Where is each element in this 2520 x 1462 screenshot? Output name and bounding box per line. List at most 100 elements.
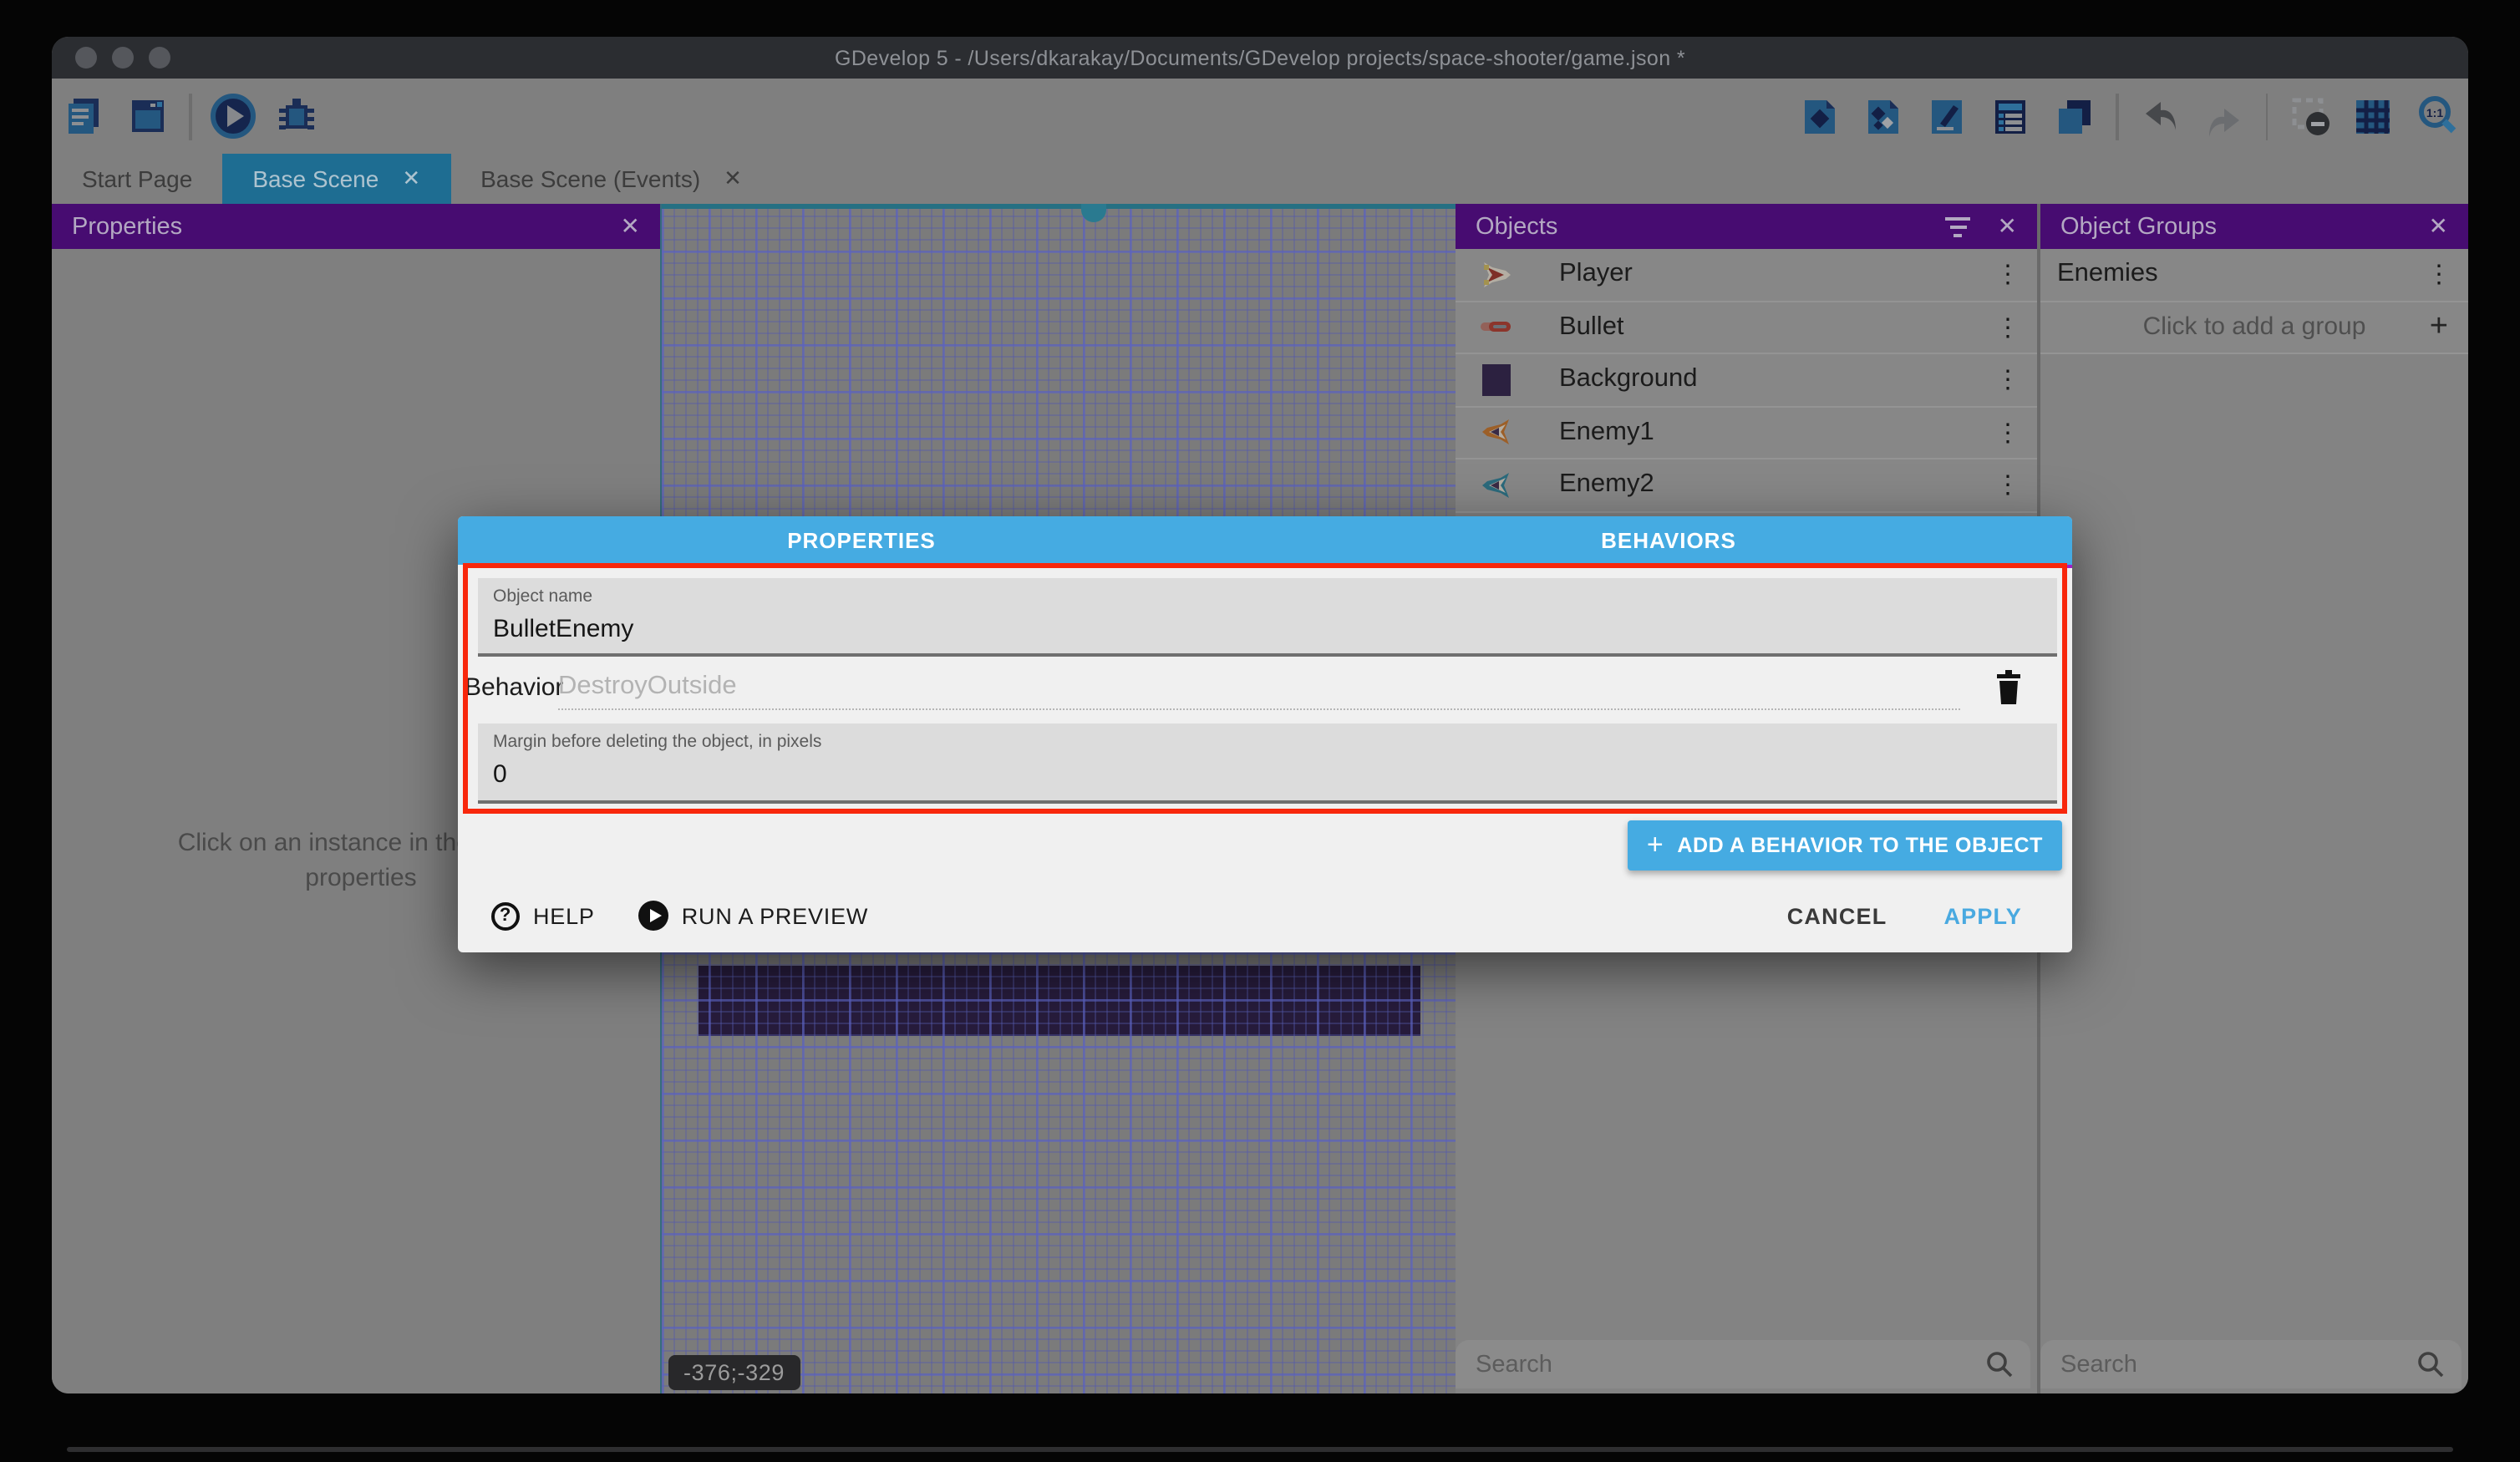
- object-name: Bullet: [1559, 312, 1624, 343]
- scene-editor-icon[interactable]: [122, 91, 172, 141]
- window-title: GDevelop 5 - /Users/dkarakay/Documents/G…: [835, 46, 1685, 69]
- object-name: Background: [1559, 365, 1697, 395]
- add-behavior-button[interactable]: + ADD A BEHAVIOR TO THE OBJECT: [1628, 820, 2062, 871]
- dialog-tab-bar: PROPERTIES BEHAVIORS: [458, 516, 2072, 564]
- run-preview-button[interactable]: RUN A PREVIEW: [638, 901, 868, 931]
- object-editor-dialog: PROPERTIES BEHAVIORS Object name BulletE…: [458, 516, 2072, 952]
- dialog-tab-properties[interactable]: PROPERTIES: [458, 516, 1265, 564]
- object-name: Enemy2: [1559, 470, 1654, 500]
- object-menu-icon[interactable]: ⋮: [1995, 365, 2020, 395]
- apply-button[interactable]: APPLY: [1927, 893, 2039, 938]
- close-tab-icon[interactable]: ✕: [724, 165, 742, 192]
- search-icon: [2416, 1350, 2445, 1378]
- tab-base-scene[interactable]: Base Scene ✕: [222, 154, 450, 204]
- object-menu-icon[interactable]: ⋮: [1995, 418, 2020, 448]
- panel-title: Objects: [1476, 213, 1557, 240]
- debug-icon[interactable]: [272, 91, 322, 141]
- canvas-top-edge: [662, 204, 1456, 208]
- groups-search-input[interactable]: [2057, 1349, 2416, 1379]
- group-name: Enemies: [2057, 260, 2158, 290]
- project-manager-icon[interactable]: [58, 91, 109, 141]
- preview-play-icon[interactable]: [208, 91, 258, 141]
- object-menu-icon[interactable]: ⋮: [1995, 312, 2020, 343]
- close-tab-icon[interactable]: ✕: [402, 165, 420, 192]
- tab-label: Base Scene (Events): [480, 165, 700, 192]
- background-sprite-icon: [1477, 362, 1514, 398]
- add-group-plus-icon[interactable]: +: [2430, 309, 2448, 346]
- object-row-enemy2[interactable]: Enemy2 ⋮: [1456, 459, 2037, 512]
- instances-list-icon[interactable]: [1985, 91, 2035, 141]
- close-panel-icon[interactable]: ✕: [1998, 212, 2017, 241]
- editor-tab-bar: Start Page Base Scene ✕ Base Scene (Even…: [52, 154, 2468, 204]
- object-row-player[interactable]: Player ⋮: [1456, 249, 2037, 302]
- object-menu-icon[interactable]: ⋮: [1995, 470, 2020, 500]
- object-name-label: Object name: [493, 586, 2042, 607]
- trash-icon: [1994, 669, 2024, 704]
- delete-behavior-button[interactable]: [1990, 667, 2027, 707]
- plus-icon: +: [1647, 829, 1664, 862]
- toolbar-divider: [189, 93, 191, 140]
- close-window-button[interactable]: [75, 47, 97, 69]
- traffic-lights: [75, 47, 170, 69]
- enemy2-sprite-icon: [1477, 467, 1514, 504]
- close-panel-icon[interactable]: ✕: [2429, 212, 2448, 241]
- tab-start-page[interactable]: Start Page: [52, 154, 222, 204]
- bullet-sprite-icon: [1477, 309, 1514, 346]
- properties-panel-header: Properties ✕: [52, 204, 660, 249]
- minimize-window-button[interactable]: [112, 47, 134, 69]
- object-row-enemy1[interactable]: Enemy1 ⋮: [1456, 407, 2037, 459]
- deselect-instances-icon[interactable]: [2284, 91, 2335, 141]
- filter-icon[interactable]: [1946, 216, 1971, 236]
- margin-value[interactable]: 0: [493, 760, 2042, 789]
- objects-panel-header: Objects ✕: [1456, 204, 2037, 249]
- redo-icon[interactable]: [2198, 91, 2248, 141]
- enemy1-sprite-icon: [1477, 414, 1514, 451]
- object-name-field[interactable]: Object name BulletEnemy: [478, 578, 2057, 657]
- object-name-value[interactable]: BulletEnemy: [493, 615, 2042, 643]
- object-row-bullet[interactable]: Bullet ⋮: [1456, 302, 2037, 354]
- title-bar: GDevelop 5 - /Users/dkarakay/Documents/G…: [52, 37, 2468, 79]
- screenshot-stage: GDevelop 5 - /Users/dkarakay/Documents/G…: [0, 0, 2520, 1462]
- toolbar-divider: [2265, 93, 2268, 140]
- player-sprite-icon: [1477, 256, 1514, 293]
- dialog-footer: ? HELP RUN A PREVIEW CANCEL APPLY: [458, 879, 2072, 952]
- main-toolbar: 1:1: [52, 79, 2468, 154]
- tab-label: Base Scene: [252, 165, 379, 192]
- objects-search-input[interactable]: [1472, 1349, 1985, 1379]
- search-icon: [1985, 1350, 2014, 1378]
- help-label: HELP: [533, 903, 595, 928]
- layers-icon[interactable]: [2049, 91, 2099, 141]
- active-tab-indicator: [1265, 564, 2072, 568]
- undo-icon[interactable]: [2135, 91, 2185, 141]
- zoom-window-button[interactable]: [149, 47, 170, 69]
- object-name: Enemy1: [1559, 418, 1654, 448]
- zoom-1-1-icon[interactable]: 1:1: [2411, 91, 2462, 141]
- object-menu-icon[interactable]: ⋮: [1995, 260, 2020, 290]
- behavior-label: Behavior: [465, 673, 563, 702]
- add-object-icon[interactable]: [1795, 91, 1845, 141]
- margin-field[interactable]: Margin before deleting the object, in pi…: [478, 723, 2057, 804]
- tab-label: Start Page: [82, 165, 192, 192]
- toggle-grid-icon[interactable]: [2348, 91, 2398, 141]
- window-bottom-shadow: [67, 1447, 2453, 1452]
- group-menu-icon[interactable]: ⋮: [2426, 260, 2451, 290]
- cancel-button[interactable]: CANCEL: [1771, 893, 1904, 938]
- object-row-background[interactable]: Background ⋮: [1456, 354, 2037, 407]
- add-behavior-button-label: ADD A BEHAVIOR TO THE OBJECT: [1677, 834, 2043, 857]
- edit-scene-icon[interactable]: [1922, 91, 1972, 141]
- cursor-coordinates-badge: -376;-329: [668, 1355, 800, 1390]
- svg-text:1:1: 1:1: [2426, 106, 2442, 119]
- margin-label: Margin before deleting the object, in pi…: [493, 732, 2042, 752]
- add-group-row[interactable]: Click to add a group +: [2040, 302, 2468, 354]
- object-groups-panel: Object Groups ✕ Enemies ⋮ Click to add a…: [2040, 204, 2468, 1393]
- group-row-enemies[interactable]: Enemies ⋮: [2040, 249, 2468, 302]
- objects-search: [1456, 1340, 2030, 1388]
- help-button[interactable]: ? HELP: [491, 901, 595, 930]
- tab-base-scene-events[interactable]: Base Scene (Events) ✕: [450, 154, 772, 204]
- dialog-tab-behaviors[interactable]: BEHAVIORS: [1265, 516, 2072, 564]
- groups-search: [2040, 1340, 2462, 1388]
- behavior-name-input[interactable]: [558, 667, 1960, 707]
- close-panel-icon[interactable]: ✕: [621, 212, 640, 241]
- object-groups-panel-header: Object Groups ✕: [2040, 204, 2468, 249]
- object-groups-icon[interactable]: [1858, 91, 1908, 141]
